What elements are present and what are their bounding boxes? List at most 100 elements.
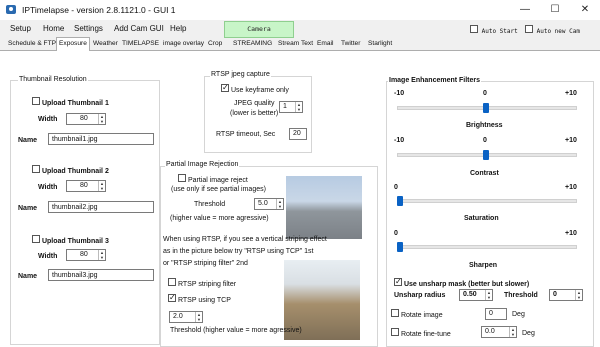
auto-new-cam-checkbox[interactable] xyxy=(525,25,533,33)
spinner-arrows-icon[interactable]: ▲ ▼ xyxy=(509,327,516,337)
striping-filter-checkbox[interactable] xyxy=(168,278,176,286)
tab-crop[interactable]: Crop xyxy=(206,38,224,50)
auto-new-cam-label: Auto new Cam xyxy=(536,28,580,35)
rotate-finetune-unit: Deg xyxy=(522,330,535,337)
thumbnail-1-width-input[interactable]: 80 ▲ ▼ xyxy=(66,113,106,125)
jpeg-quality-value: 1 xyxy=(283,103,287,110)
spinner-arrows-icon[interactable]: ▲ ▼ xyxy=(276,199,283,209)
saturation-max: +10 xyxy=(565,184,577,191)
menu-add-cam-gui[interactable]: Add Cam GUI xyxy=(114,24,164,33)
thumbnail-3-name-input[interactable]: thumbnail3.jpg xyxy=(48,269,154,281)
partial-rejection-group-title: Partial Image Rejection xyxy=(165,161,240,168)
thumbnail-2-width-label: Width xyxy=(38,184,58,191)
rtsp-tcp-option[interactable]: RTSP using TCP xyxy=(168,293,231,304)
upload-thumbnail-3-option[interactable]: Upload Thumbnail 3 xyxy=(32,235,109,245)
rotate-finetune-option[interactable]: Rotate fine-tune xyxy=(391,328,451,338)
unsharp-radius-label: Unsharp radius xyxy=(394,292,446,299)
thumbnail-3-width-input[interactable]: 80 ▲ ▼ xyxy=(66,249,106,261)
spinner-arrows-icon[interactable]: ▲ ▼ xyxy=(295,102,302,112)
spinner-arrows-icon[interactable]: ▲ ▼ xyxy=(485,290,492,300)
auto-start-checkbox[interactable] xyxy=(470,25,478,33)
upload-thumbnail-3-checkbox[interactable] xyxy=(32,235,40,243)
upload-thumbnail-2-option[interactable]: Upload Thumbnail 2 xyxy=(32,165,109,175)
rtsp-striping-note-3: or "RTSP striping filter" 2nd xyxy=(163,260,248,267)
camera-button[interactable]: Camera xyxy=(224,21,294,38)
partial-reject-checkbox[interactable] xyxy=(178,174,186,182)
menu-help[interactable]: Help xyxy=(170,24,186,33)
tab-streaming[interactable]: STREAMING xyxy=(231,38,274,50)
striping-threshold-value: 2.0 xyxy=(173,313,183,320)
saturation-slider-track[interactable] xyxy=(397,199,577,203)
upload-thumbnail-1-checkbox[interactable] xyxy=(32,97,40,105)
contrast-slider-thumb[interactable] xyxy=(483,150,489,160)
contrast-mid: 0 xyxy=(483,137,487,144)
menu-settings[interactable]: Settings xyxy=(74,24,103,33)
rotate-image-input[interactable]: 0 xyxy=(485,308,507,320)
brightness-max: +10 xyxy=(565,90,577,97)
tab-exposure[interactable]: Exposure xyxy=(56,37,90,51)
jpeg-quality-input[interactable]: 1 ▲ ▼ xyxy=(279,101,303,113)
unsharp-mask-checkbox[interactable] xyxy=(394,277,402,287)
keyframe-option[interactable]: Use keyframe only xyxy=(221,83,289,94)
minimize-button[interactable]: — xyxy=(510,0,540,20)
tab-email[interactable]: Email xyxy=(315,38,336,50)
spinner-arrows-icon[interactable]: ▲ ▼ xyxy=(98,181,105,191)
unsharp-threshold-input[interactable]: 0 ▲ ▼ xyxy=(549,289,583,301)
maximize-button[interactable]: ☐ xyxy=(540,0,570,20)
striping-threshold-label: Threshold (higher value = more agressive… xyxy=(170,327,302,334)
rotate-image-option[interactable]: Rotate image xyxy=(391,309,443,319)
saturation-min: 0 xyxy=(394,184,398,191)
rtsp-timeout-input[interactable]: 20 xyxy=(289,128,307,140)
rotate-finetune-input[interactable]: 0.0 ▲ ▼ xyxy=(481,326,517,338)
tab-timelapse[interactable]: TIMELAPSE xyxy=(120,38,161,50)
rtsp-striping-note-1: When using RTSP, if you see a vertical s… xyxy=(163,236,327,243)
striping-threshold-input[interactable]: 2.0 ▲ ▼ xyxy=(169,311,203,323)
striping-filter-label: RTSP striping filter xyxy=(177,281,237,288)
saturation-slider-thumb[interactable] xyxy=(397,196,403,206)
unsharp-mask-option[interactable]: Use unsharp mask (better but slower) xyxy=(394,277,529,288)
upload-thumbnail-2-checkbox[interactable] xyxy=(32,165,40,173)
auto-start-label: Auto Start xyxy=(481,28,518,35)
spinner-arrows-icon[interactable]: ▲ ▼ xyxy=(98,114,105,124)
partial-reject-label: Partial image reject xyxy=(187,177,248,184)
spinner-arrows-icon[interactable]: ▲ ▼ xyxy=(195,312,202,322)
thumbnail-1-name-input[interactable]: thumbnail1.jpg xyxy=(48,133,154,145)
upload-thumbnail-3-label: Upload Thumbnail 3 xyxy=(41,238,109,245)
close-button[interactable]: ✕ xyxy=(570,0,600,20)
menu-setup[interactable]: Setup xyxy=(10,24,31,33)
unsharp-radius-input[interactable]: 0.50 ▲ ▼ xyxy=(459,289,493,301)
thumbnail-2-width-input[interactable]: 80 ▲ ▼ xyxy=(66,180,106,192)
keyframe-checkbox[interactable] xyxy=(221,83,229,93)
tab-twitter[interactable]: Twitter xyxy=(339,38,362,50)
striping-filter-option[interactable]: RTSP striping filter xyxy=(168,278,236,288)
rtsp-tcp-label: RTSP using TCP xyxy=(177,297,231,304)
tab-image-overlay[interactable]: image overlay xyxy=(161,38,206,50)
brightness-slider-thumb[interactable] xyxy=(483,103,489,113)
rotate-finetune-checkbox[interactable] xyxy=(391,328,399,336)
rotate-image-checkbox[interactable] xyxy=(391,309,399,317)
keyframe-label: Use keyframe only xyxy=(230,87,289,94)
auto-start-option[interactable]: Auto Start xyxy=(470,25,518,35)
tab-starlight[interactable]: Starlight xyxy=(366,38,394,50)
tab-weather[interactable]: Weather xyxy=(91,38,120,50)
partial-threshold-input[interactable]: 5.0 ▲ ▼ xyxy=(254,198,284,210)
sharpen-slider-thumb[interactable] xyxy=(397,242,403,252)
thumbnail-1-name-label: Name xyxy=(18,137,38,144)
rtsp-tcp-checkbox[interactable] xyxy=(168,293,176,303)
upload-thumbnail-1-option[interactable]: Upload Thumbnail 1 xyxy=(32,97,109,107)
sharpen-min: 0 xyxy=(394,230,398,237)
thumbnail-1-width-value: 80 xyxy=(80,115,88,122)
unsharp-radius-value: 0.50 xyxy=(463,291,477,298)
sharpen-slider-track[interactable] xyxy=(397,245,577,249)
partial-reject-option[interactable]: Partial image reject xyxy=(178,174,248,184)
thumbnail-2-name-input[interactable]: thumbnail2.jpg xyxy=(48,201,154,213)
spinner-arrows-icon[interactable]: ▲ ▼ xyxy=(575,290,582,300)
tab-stream-text[interactable]: Stream Text xyxy=(276,38,315,50)
spinner-arrows-icon[interactable]: ▲ ▼ xyxy=(98,250,105,260)
enhancement-group-title: Image Enhancement Filters xyxy=(388,77,482,84)
tab-schedule-ftp[interactable]: Schedule & FTP xyxy=(6,38,58,50)
auto-new-cam-option[interactable]: Auto new Cam xyxy=(525,25,580,35)
unsharp-threshold-label: Threshold xyxy=(504,292,538,299)
menu-home[interactable]: Home xyxy=(43,24,64,33)
rtsp-timeout-label: RTSP timeout, Sec xyxy=(216,131,276,138)
